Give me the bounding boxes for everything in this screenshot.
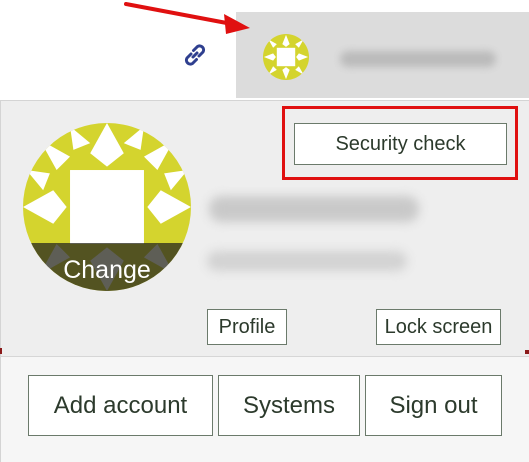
annotation-arrow — [124, 2, 250, 34]
lock-screen-button[interactable]: Lock screen — [376, 309, 501, 345]
profile-avatar[interactable]: Change — [23, 123, 191, 291]
top-bar — [0, 0, 529, 100]
edge-artifact — [0, 348, 2, 354]
avatar — [263, 34, 309, 80]
systems-button[interactable]: Systems — [218, 375, 360, 436]
add-account-button[interactable]: Add account — [28, 375, 213, 436]
panel-footer: Add account Systems Sign out — [1, 356, 529, 462]
security-check-button[interactable]: Security check — [294, 123, 507, 165]
account-menu-button[interactable] — [236, 12, 529, 98]
account-name-redacted — [340, 51, 496, 67]
change-avatar-label[interactable]: Change — [23, 255, 191, 285]
edge-artifact — [525, 350, 529, 354]
sign-out-button[interactable]: Sign out — [365, 375, 502, 436]
account-panel: Change Security check Profile Lock scree… — [0, 100, 529, 462]
user-name-redacted — [209, 196, 419, 222]
user-email-redacted — [207, 251, 407, 271]
link-icon[interactable] — [180, 40, 210, 70]
profile-button[interactable]: Profile — [207, 309, 287, 345]
